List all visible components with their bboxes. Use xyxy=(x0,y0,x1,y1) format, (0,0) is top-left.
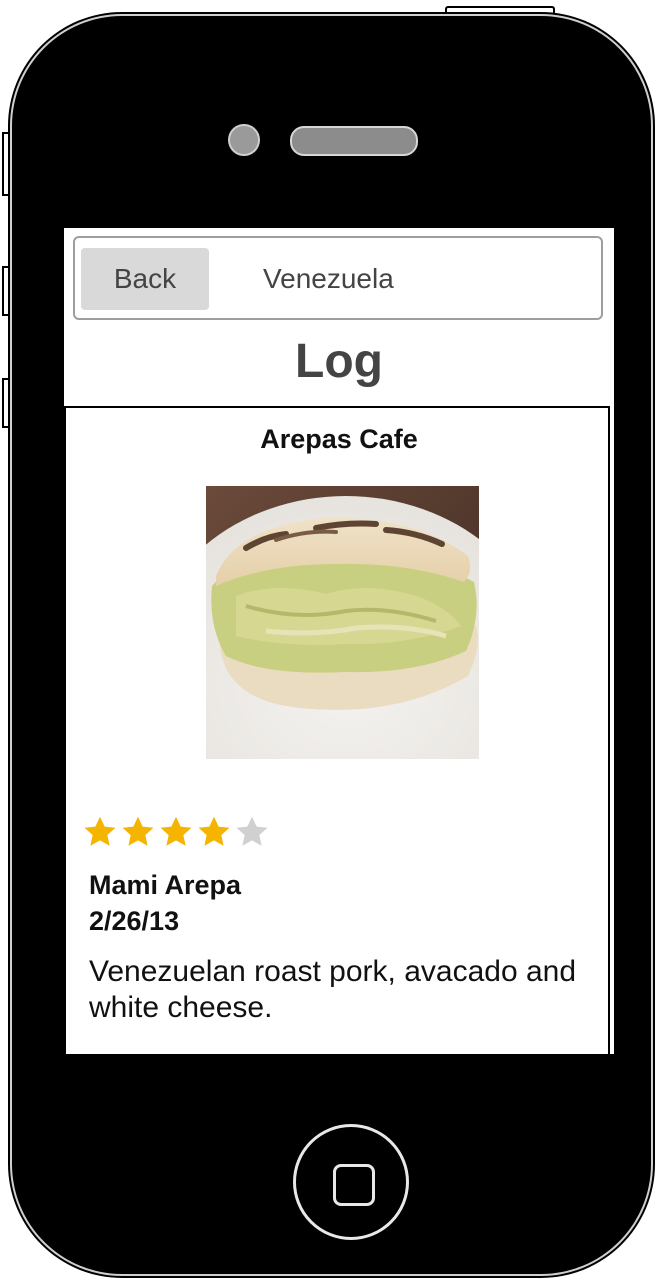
item-date: 2/26/13 xyxy=(89,906,180,936)
mute-switch xyxy=(2,132,12,196)
star-empty-icon[interactable] xyxy=(234,814,270,850)
navigation-bar: Back Venezuela xyxy=(73,236,603,320)
star-filled-icon[interactable] xyxy=(196,814,232,850)
log-entry-card[interactable]: Arepas Cafe Mami Arepa 2/26/13 Venezuela… xyxy=(64,406,610,1054)
item-description: Venezuelan roast pork, avacado and white… xyxy=(89,955,577,1024)
food-photo xyxy=(206,486,479,759)
page-title: Log xyxy=(295,335,383,388)
back-button[interactable]: Back xyxy=(81,248,209,310)
volume-up-button xyxy=(2,266,12,316)
star-filled-icon[interactable] xyxy=(82,814,118,850)
star-filled-icon[interactable] xyxy=(158,814,194,850)
home-button[interactable] xyxy=(293,1124,409,1240)
nav-title: Venezuela xyxy=(263,263,394,294)
phone-screen: Back Venezuela Log Arepas Cafe Mami Arep… xyxy=(64,228,614,1054)
arepa-photo-icon xyxy=(206,486,479,759)
speaker-grille xyxy=(290,126,418,156)
star-rating[interactable] xyxy=(82,814,272,856)
camera-icon xyxy=(228,124,260,156)
volume-down-button xyxy=(2,378,12,428)
star-filled-icon[interactable] xyxy=(120,814,156,850)
item-name: Mami Arepa xyxy=(89,870,242,900)
home-square-icon xyxy=(333,1164,375,1206)
restaurant-name: Arepas Cafe xyxy=(260,424,418,454)
